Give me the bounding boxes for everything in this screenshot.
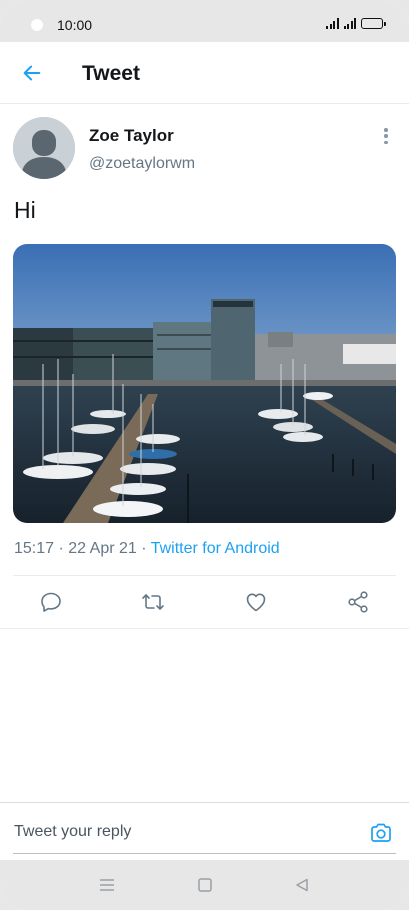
meta-separator: · — [141, 540, 147, 557]
heart-icon — [246, 593, 266, 612]
tweet-photo[interactable] — [13, 244, 396, 523]
retweet-icon — [142, 594, 164, 610]
camera-icon — [371, 823, 391, 842]
tweet-actions — [0, 576, 409, 629]
avatar[interactable] — [13, 117, 75, 179]
menu-icon — [100, 879, 114, 891]
more-options-button[interactable] — [380, 126, 392, 146]
retweet-button[interactable] — [140, 589, 166, 615]
more-dot-icon — [384, 134, 388, 138]
meta-separator: · — [58, 540, 64, 557]
tweet-meta: 15:17 · 22 Apr 21 · Twitter for Android — [14, 540, 280, 558]
camera-button[interactable] — [369, 821, 393, 845]
reply-underline — [13, 853, 396, 854]
user-name[interactable]: Zoe Taylor — [89, 126, 174, 146]
tweet-source-link[interactable]: Twitter for Android — [151, 540, 280, 557]
like-button[interactable] — [243, 589, 269, 615]
more-dot-icon — [384, 140, 388, 144]
tweet-text: Hi — [14, 197, 36, 223]
signal-icon — [343, 18, 356, 29]
status-bar: 10:00 — [0, 0, 409, 42]
share-icon — [348, 591, 368, 613]
signal-icon — [326, 18, 339, 29]
status-time: 10:00 — [57, 17, 93, 33]
app-header: Tweet — [0, 42, 409, 104]
more-dot-icon — [384, 128, 388, 132]
tweet-time: 15:17 — [14, 540, 55, 557]
back-triangle-icon — [296, 878, 308, 892]
status-icons — [326, 18, 386, 29]
user-handle[interactable]: @zoetaylorwm — [89, 155, 195, 173]
back-button[interactable] — [18, 59, 46, 87]
default-avatar-icon — [13, 117, 75, 179]
reply-icon — [41, 592, 61, 612]
phone-screen: 10:00 Tweet Zoe Taylor @zoetaylorwm Hi 1… — [0, 0, 409, 910]
system-nav-bar — [0, 860, 409, 910]
reply-input[interactable] — [14, 823, 354, 841]
marina-photo — [13, 244, 396, 523]
battery-icon — [361, 18, 386, 29]
nav-back-button[interactable] — [292, 875, 312, 895]
nav-menu-button[interactable] — [97, 875, 117, 895]
tweet-date: 22 Apr 21 — [68, 540, 137, 557]
home-square-icon — [198, 878, 212, 892]
page-title: Tweet — [82, 62, 140, 85]
nav-home-button[interactable] — [195, 875, 215, 895]
arrow-left-icon — [23, 65, 41, 81]
reply-bar — [0, 802, 409, 860]
share-button[interactable] — [345, 589, 371, 615]
camera-cutout — [31, 19, 43, 31]
reply-button[interactable] — [38, 589, 64, 615]
